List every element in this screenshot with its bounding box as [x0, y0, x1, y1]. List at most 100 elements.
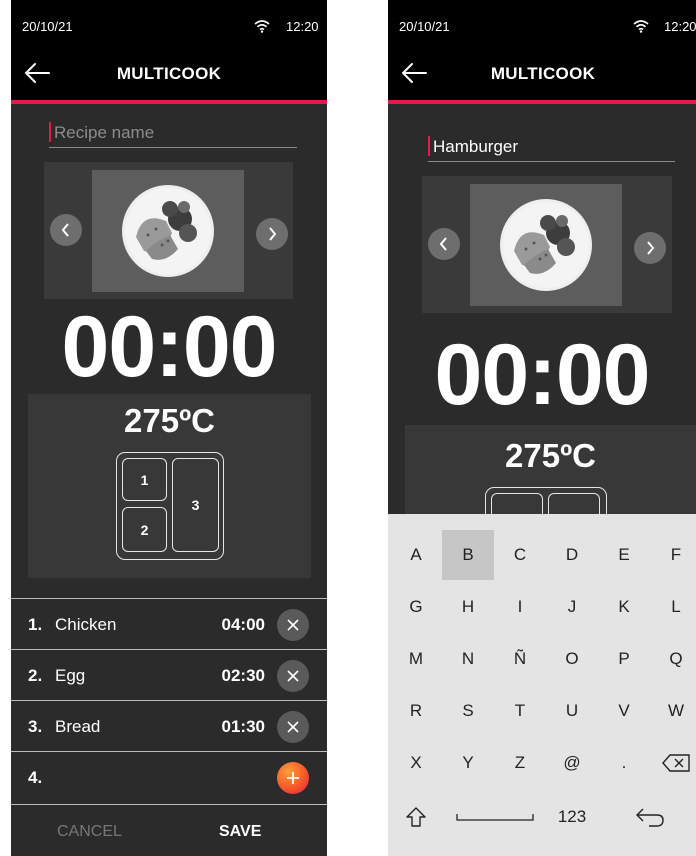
step-number: 4. — [28, 768, 43, 787]
previous-image-button[interactable] — [428, 228, 460, 260]
key-p[interactable]: P — [598, 634, 650, 684]
accent-divider — [388, 100, 696, 104]
step-time: 04:00 — [221, 615, 265, 634]
key-j[interactable]: J — [546, 582, 598, 632]
wifi-icon — [254, 20, 270, 33]
chevron-left-icon — [61, 223, 69, 237]
page-title: MULTICOOK — [490, 64, 596, 83]
key-v[interactable]: V — [598, 686, 650, 736]
key-c[interactable]: C — [494, 530, 546, 580]
status-date: 20/10/21 — [22, 19, 73, 34]
key-g[interactable]: G — [390, 582, 442, 632]
key-q[interactable]: Q — [650, 634, 696, 684]
remove-step-button[interactable] — [277, 711, 309, 743]
text-cursor — [428, 136, 430, 156]
space-key[interactable] — [452, 792, 538, 842]
recipe-name-value: Hamburger — [433, 137, 519, 156]
key-m[interactable]: M — [390, 634, 442, 684]
cooking-timer[interactable]: 00:00 — [11, 304, 327, 390]
key-f[interactable]: F — [650, 530, 696, 580]
key-w[interactable]: W — [650, 686, 696, 736]
key-h[interactable]: H — [442, 582, 494, 632]
key-t[interactable]: T — [494, 686, 546, 736]
shift-key[interactable] — [390, 792, 442, 842]
recipe-name-placeholder: Recipe name — [54, 123, 155, 142]
text-cursor — [49, 122, 51, 142]
status-bar: 20/10/21 12:20 — [11, 0, 327, 44]
shift-arrow-icon — [406, 807, 426, 827]
step-number: 1. — [28, 615, 43, 634]
key-period[interactable]: . — [598, 738, 650, 788]
space-bar-icon — [456, 814, 534, 821]
return-arrow-icon — [636, 808, 664, 827]
step-name: Bread — [55, 717, 101, 736]
food-plate-image — [500, 199, 592, 291]
key-o[interactable]: O — [546, 634, 598, 684]
image-carousel — [422, 176, 672, 313]
key-l[interactable]: L — [650, 582, 696, 632]
previous-image-button[interactable] — [50, 214, 82, 246]
remove-step-button[interactable] — [277, 660, 309, 692]
remove-step-button[interactable] — [277, 609, 309, 641]
step-time: 02:30 — [221, 666, 265, 685]
plus-icon — [287, 772, 299, 784]
step-row[interactable]: 1. Chicken 04:00 — [11, 598, 327, 649]
next-image-button[interactable] — [634, 232, 666, 264]
recipe-photo — [92, 170, 244, 292]
new-step-row[interactable]: 4. — [11, 751, 327, 802]
tray-slot-1[interactable]: 1 — [122, 458, 167, 501]
recipe-editor-keyboard-screen: 20/10/21 12:20 MULTICOOK Hamburger 00:00… — [388, 0, 696, 856]
action-footer: CANCEL SAVE — [11, 804, 327, 856]
key-a[interactable]: A — [390, 530, 442, 580]
app-bar: MULTICOOK — [11, 44, 327, 100]
step-number: 2. — [28, 666, 43, 685]
key-b[interactable]: B — [442, 530, 494, 580]
tray-slot-2[interactable]: 2 — [122, 507, 167, 552]
recipe-name-input[interactable]: Recipe name — [49, 118, 297, 148]
key-at[interactable]: @ — [546, 738, 598, 788]
tray-slot-3[interactable]: 3 — [172, 458, 219, 552]
save-button[interactable]: SAVE — [219, 823, 261, 841]
status-date: 20/10/21 — [399, 19, 450, 34]
key-n-tilde[interactable]: Ñ — [494, 634, 546, 684]
cooking-timer[interactable]: 00:00 — [388, 332, 696, 418]
backspace-key[interactable] — [650, 738, 696, 788]
recipe-name-input[interactable]: Hamburger — [428, 132, 675, 162]
chevron-right-icon — [647, 241, 655, 255]
food-plate-image — [122, 185, 214, 277]
app-bar: MULTICOOK — [388, 44, 696, 100]
recipe-editor-screen: 20/10/21 12:20 MULTICOOK Recipe name 00:… — [11, 0, 327, 856]
status-bar: 20/10/21 12:20 — [388, 0, 696, 44]
numbers-key[interactable]: 123 — [546, 792, 598, 842]
status-time: 12:20 — [664, 19, 696, 34]
step-time: 01:30 — [221, 717, 265, 736]
step-row[interactable]: 2. Egg 02:30 — [11, 649, 327, 700]
key-e[interactable]: E — [598, 530, 650, 580]
enter-key[interactable] — [624, 792, 676, 842]
close-icon — [287, 721, 299, 733]
recipe-photo — [470, 184, 622, 306]
key-d[interactable]: D — [546, 530, 598, 580]
key-k[interactable]: K — [598, 582, 650, 632]
key-r[interactable]: R — [390, 686, 442, 736]
next-image-button[interactable] — [256, 218, 288, 250]
key-x[interactable]: X — [390, 738, 442, 788]
key-n[interactable]: N — [442, 634, 494, 684]
key-u[interactable]: U — [546, 686, 598, 736]
cancel-button[interactable]: CANCEL — [57, 823, 122, 841]
close-icon — [287, 619, 299, 631]
add-step-button[interactable] — [277, 762, 309, 794]
key-s[interactable]: S — [442, 686, 494, 736]
image-carousel — [44, 162, 293, 299]
step-name: Egg — [55, 666, 86, 685]
page-title: MULTICOOK — [116, 64, 222, 83]
step-number: 3. — [28, 717, 43, 736]
step-name: Chicken — [55, 615, 117, 634]
key-y[interactable]: Y — [442, 738, 494, 788]
temperature-display[interactable]: 275ºC — [405, 437, 696, 475]
key-i[interactable]: I — [494, 582, 546, 632]
temperature-display[interactable]: 275ºC — [28, 402, 311, 440]
key-z[interactable]: Z — [494, 738, 546, 788]
step-row[interactable]: 3. Bread 01:30 — [11, 700, 327, 751]
chevron-left-icon — [439, 237, 447, 251]
